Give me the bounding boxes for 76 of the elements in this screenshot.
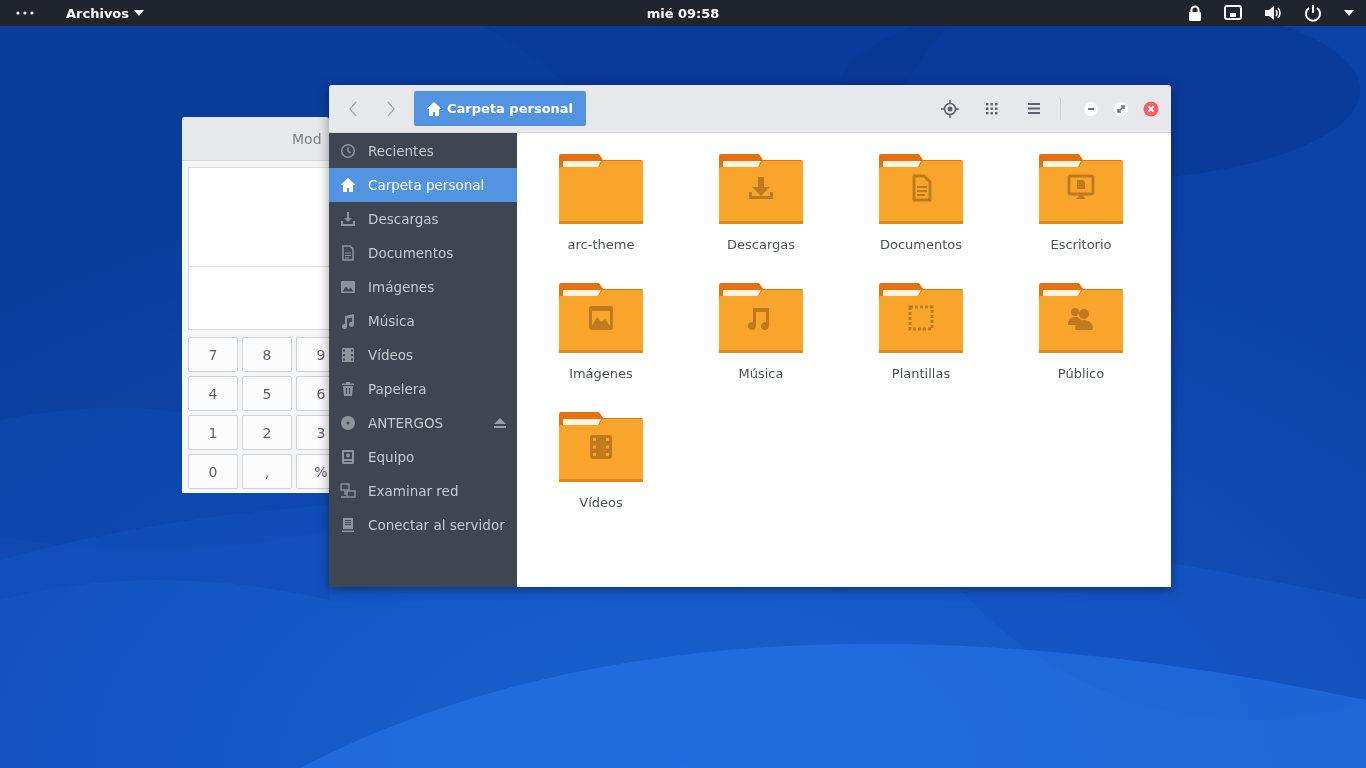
sidebar-item[interactable]: Música <box>329 304 517 338</box>
document-icon <box>340 245 356 261</box>
image-folder-icon <box>559 283 643 353</box>
keypad-key[interactable]: % <box>296 454 329 489</box>
volume-icon <box>1264 5 1282 21</box>
minimize-button[interactable] <box>1083 100 1099 117</box>
folder-item[interactable]: Descargas <box>681 154 841 252</box>
clock-icon <box>340 143 356 159</box>
lock-icon <box>1188 5 1202 21</box>
dotted-square-folder-icon <box>879 283 963 353</box>
keypad-key[interactable]: 2 <box>242 415 292 450</box>
folder-item[interactable]: Imágenes <box>521 283 681 381</box>
folder-item[interactable]: Música <box>681 283 841 381</box>
folder-item[interactable]: Documentos <box>841 154 1001 252</box>
grid-icon <box>986 102 998 115</box>
close-button[interactable] <box>1143 100 1159 117</box>
sidebar-item[interactable]: Examinar red <box>329 474 517 508</box>
folder-item[interactable]: Plantillas <box>841 283 1001 381</box>
caret-icon <box>1344 10 1354 16</box>
maximize-button[interactable] <box>1113 100 1129 117</box>
document-folder-icon <box>879 154 963 224</box>
close-icon <box>1143 100 1159 117</box>
folder-item[interactable]: Vídeos <box>521 412 681 510</box>
sidebar-item[interactable]: Imágenes <box>329 270 517 304</box>
image-icon <box>340 279 356 295</box>
keypad-key[interactable]: 7 <box>188 337 238 372</box>
trash-icon <box>340 381 356 397</box>
sidebar-item[interactable]: Equipo <box>329 440 517 474</box>
sidebar-item[interactable]: Vídeos <box>329 338 517 372</box>
folder-icon <box>559 154 643 224</box>
system-menu[interactable] <box>1188 4 1354 22</box>
crosshair-icon <box>941 99 959 118</box>
keypad-key[interactable]: 5 <box>242 376 292 411</box>
minimize-icon <box>1083 100 1099 117</box>
chevron-left-icon <box>347 100 358 117</box>
computer-icon <box>340 449 356 465</box>
power-icon <box>1304 4 1322 22</box>
chevron-right-icon <box>385 100 396 117</box>
disc-icon <box>340 415 356 431</box>
folder-item[interactable]: Público <box>1001 283 1161 381</box>
sidebar-item[interactable]: Descargas <box>329 202 517 236</box>
server-icon <box>340 517 356 533</box>
people-folder-icon <box>1039 283 1123 353</box>
music-folder-icon <box>719 283 803 353</box>
film-icon <box>340 347 356 363</box>
keypad-key[interactable]: 4 <box>188 376 238 411</box>
keypad-key[interactable]: 6 <box>296 376 329 411</box>
maximize-icon <box>1113 100 1129 117</box>
home-icon <box>426 100 442 117</box>
menu-icon <box>1028 103 1040 114</box>
film-folder-icon <box>559 412 643 482</box>
clock[interactable]: mié 09:58 <box>646 0 720 26</box>
window-title: Mod <box>292 130 322 147</box>
app-menu[interactable]: Archivos <box>66 5 145 21</box>
keypad-key[interactable]: 9 <box>296 337 329 372</box>
display-icon <box>1224 5 1242 21</box>
network-icon <box>340 483 356 499</box>
home-icon <box>340 177 356 193</box>
keypad-key[interactable]: , <box>242 454 292 489</box>
download-folder-icon <box>719 154 803 224</box>
music-note-icon <box>340 313 356 329</box>
monitor-folder-icon <box>1039 154 1123 224</box>
sidebar-item[interactable]: Recientes <box>329 134 517 168</box>
keypad-key[interactable]: 3 <box>296 415 329 450</box>
sidebar-item[interactable]: Conectar al servidor <box>329 508 517 542</box>
download-icon <box>340 211 356 227</box>
eject-icon <box>494 418 506 428</box>
keypad-key[interactable]: 8 <box>242 337 292 372</box>
caret-icon <box>134 10 145 16</box>
keypad-key[interactable]: 1 <box>188 415 238 450</box>
sidebar-item[interactable]: Documentos <box>329 236 517 270</box>
keypad-key[interactable]: 0 <box>188 454 238 489</box>
sidebar-item[interactable]: Papelera <box>329 372 517 406</box>
folder-item[interactable]: arc-theme <box>521 154 681 252</box>
sidebar-item[interactable]: ANTERGOS <box>329 406 517 440</box>
folder-item[interactable]: Escritorio <box>1001 154 1161 252</box>
